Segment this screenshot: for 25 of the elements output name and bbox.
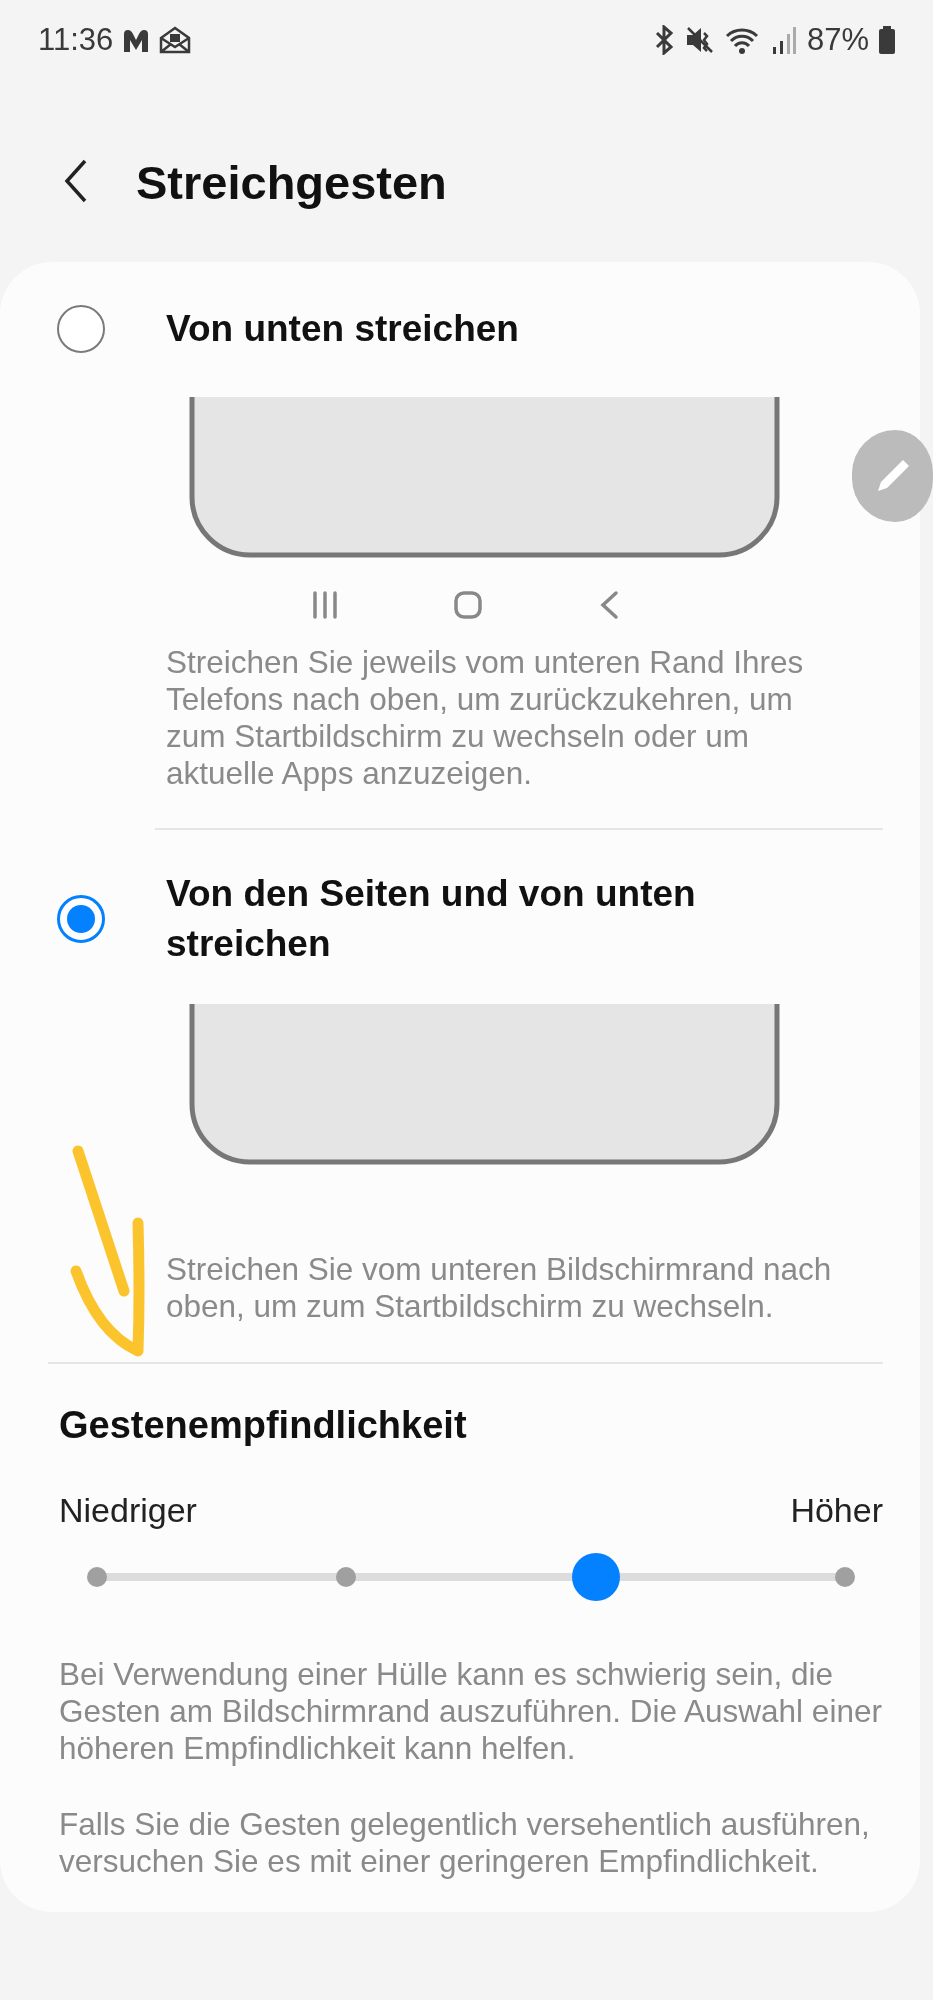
max-label: Höher — [790, 1492, 883, 1529]
back-icon — [598, 590, 620, 620]
option-description: Streichen Sie vom unteren Bildschirmrand nach oben, um zum Startbildschirm zu wechseln. — [166, 1251, 833, 1325]
radio-button[interactable] — [57, 895, 105, 943]
recents-icon — [312, 590, 338, 620]
hint-paragraph: Bei Verwendung einer Hülle kann es schwierig sein, die Gesten am Bildschirmrand auszuführen. Die Auswahl einer höheren Empfindlichkeit kann helfen. — [59, 1656, 883, 1767]
section-title: Gestenempfindlichkeit — [59, 1403, 468, 1448]
envelope-icon — [159, 26, 192, 54]
clock-time: 11:36 — [38, 22, 114, 58]
slider-thumb[interactable] — [571, 1553, 620, 1601]
slider-step-dot — [87, 1567, 107, 1587]
mute-icon — [684, 25, 715, 55]
home-icon — [453, 590, 483, 620]
option-description: Streichen Sie jeweils vom unteren Rand Ihres Telefons nach oben, um zurückzukehren, um zum Startbildschirm zu wechseln oder um aktuelle Apps anzuzeigen. — [166, 644, 805, 792]
signal-icon — [770, 25, 797, 55]
radio-button[interactable] — [57, 305, 105, 353]
slider-step-dot — [835, 1567, 855, 1587]
page-title: Streichgesten — [136, 154, 447, 210]
battery-icon — [879, 26, 895, 54]
option-label: Von den Seiten und von unten streichen — [166, 872, 697, 966]
slider-step-dot — [336, 1567, 357, 1587]
min-label: Niedriger — [59, 1492, 197, 1529]
battery-percentage: 87% — [806, 22, 869, 58]
hint-paragraph: Falls Sie die Gesten gelegentlich versehentlich ausführen, versuchen Sie es mit einer geringeren Empfindlichkeit. — [59, 1806, 871, 1880]
option-label: Von unten streichen — [166, 307, 519, 351]
